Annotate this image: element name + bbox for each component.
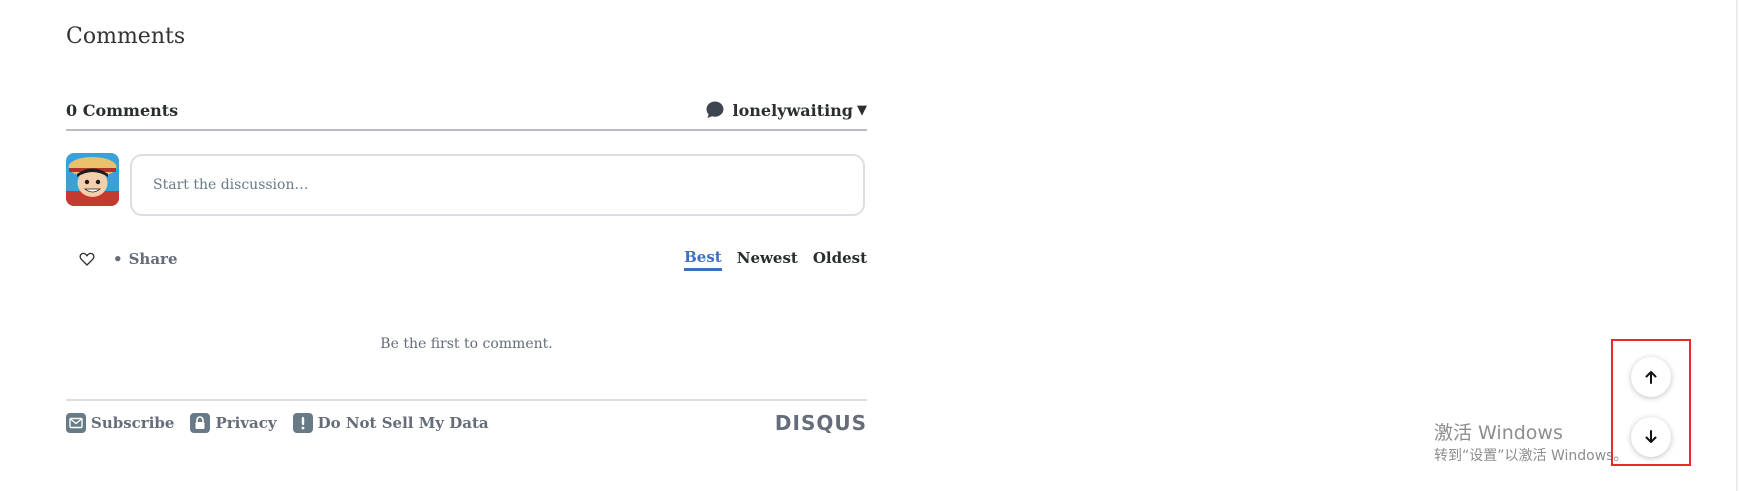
privacy-label: Privacy [215,414,277,432]
subscribe-link[interactable]: Subscribe [66,413,174,433]
disqus-logo[interactable]: DISQUS [775,411,867,435]
avatar-image [66,153,119,206]
lock-icon [190,413,211,433]
tab-newest[interactable]: Newest [737,249,798,269]
scroll-down-button[interactable] [1631,417,1671,457]
do-not-sell-link[interactable]: Do Not Sell My Data [292,413,489,433]
windows-activation-watermark: 激活 Windows 转到“设置”以激活 Windows。 [1434,420,1627,466]
thread-actions: • Share Best Newest Oldest [66,247,867,271]
chevron-down-icon: ▼ [857,102,867,118]
sort-tabs: Best Newest Oldest [684,248,867,271]
exclamation-icon [292,413,313,433]
watermark-subtitle: 转到“设置”以激活 Windows。 [1434,448,1628,464]
disqus-footer: Subscribe Privacy Do Not Sell My Data DI… [66,399,867,445]
avatar[interactable] [66,153,119,206]
comment-composer[interactable] [130,154,865,216]
empty-state-text: Be the first to comment. [380,336,553,352]
page: Comments 0 Comments lonelywaiting ▼ Star… [0,0,1741,491]
arrow-down-icon [1645,430,1657,443]
share-bullet: • [113,250,123,268]
tab-best[interactable]: Best [684,248,722,271]
heart-icon[interactable] [79,251,95,267]
arrow-up-icon [1645,371,1657,384]
comments-heading: Comments [66,24,186,49]
tab-oldest[interactable]: Oldest [813,249,867,269]
share-label: Share [128,250,178,268]
username: lonelywaiting [732,100,853,120]
privacy-link[interactable]: Privacy [190,413,277,433]
watermark-title: 激活 Windows [1434,422,1563,444]
page-scrollbar[interactable] [1736,0,1738,491]
subscribe-label: Subscribe [91,414,175,432]
disqus-header: 0 Comments lonelywaiting ▼ [66,91,867,131]
thread-actions-left: • Share [66,250,178,268]
envelope-icon [66,413,86,433]
share-button[interactable]: • Share [113,250,178,268]
comment-count: 0 Comments [66,100,179,120]
chat-bubble-icon [706,101,724,118]
footer-links: Subscribe Privacy Do Not Sell My Data [66,413,489,433]
scroll-up-button[interactable] [1631,357,1671,397]
comment-input[interactable] [151,176,855,194]
do-not-sell-label: Do Not Sell My Data [317,414,489,432]
user-menu[interactable]: lonelywaiting ▼ [705,100,867,120]
